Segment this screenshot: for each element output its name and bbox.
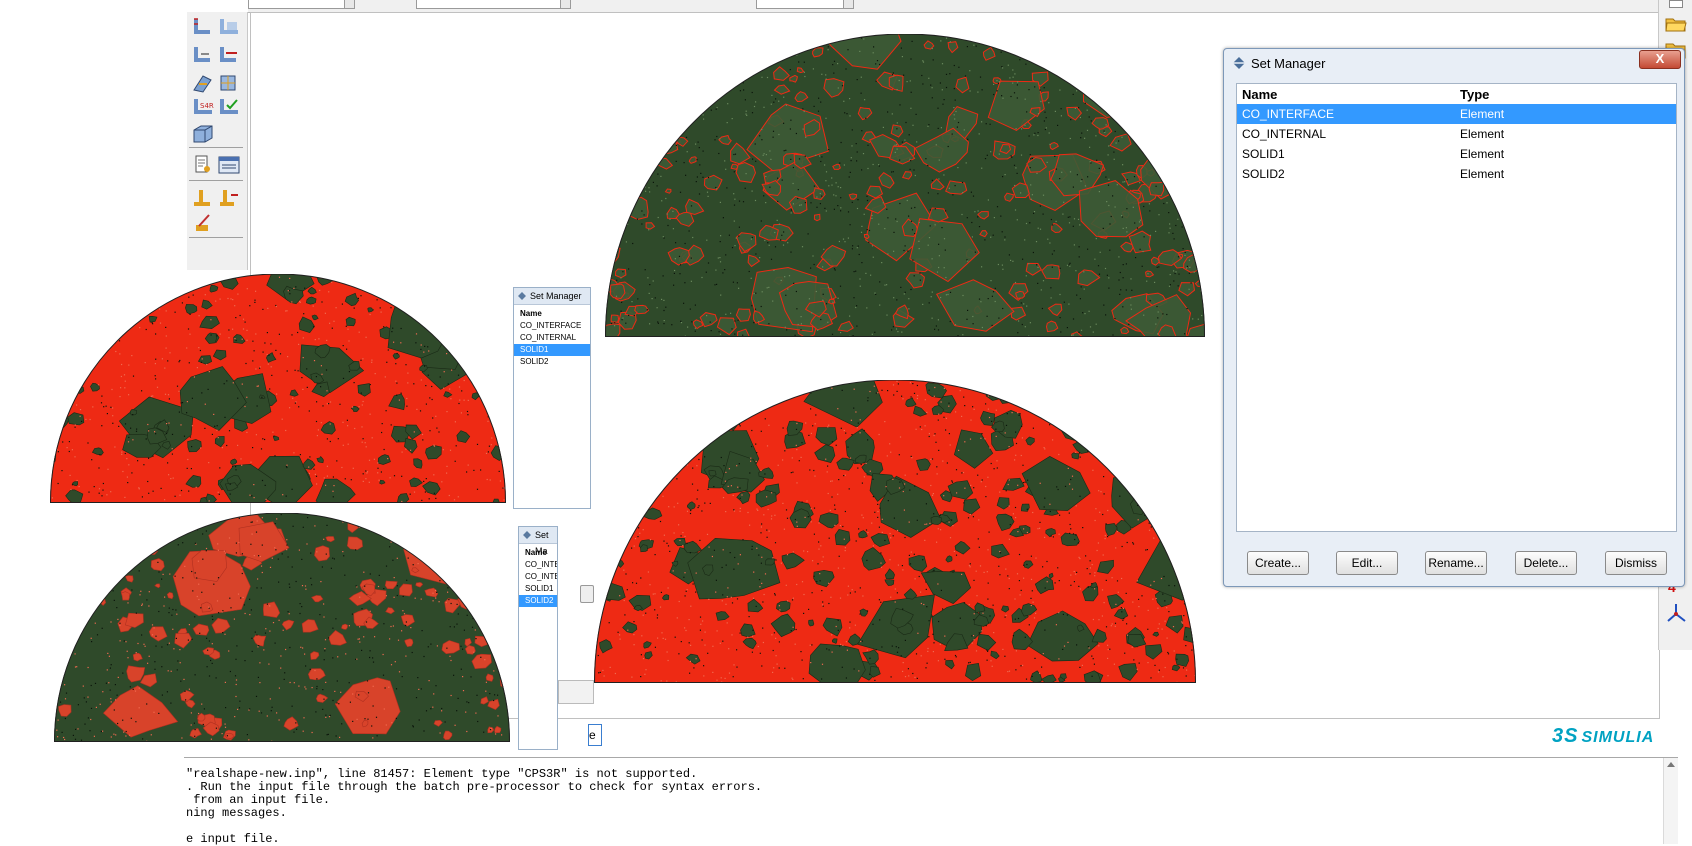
bias-seed-icon[interactable] [217, 44, 241, 66]
toolbox: S4R [187, 12, 248, 270]
toolbox-divider [189, 147, 243, 148]
fragment-title-text: Set Manager [530, 291, 582, 301]
axis-triad-icon [1665, 602, 1687, 624]
query-icon[interactable] [191, 154, 215, 176]
list-item[interactable]: SOLID2 [514, 356, 590, 368]
window-icon[interactable] [1669, 0, 1683, 8]
close-button[interactable]: X [1639, 50, 1681, 69]
list-item[interactable]: SOLID2 [519, 595, 557, 607]
set-manager-icon [518, 292, 526, 300]
set-type: Element [1460, 144, 1504, 164]
set-type: Element [1460, 164, 1504, 184]
set-manager-icon [523, 531, 531, 539]
logo-text: SIMULIA [1581, 729, 1654, 746]
set-name: SOLID2 [1242, 164, 1285, 184]
offset-mesh-icon[interactable] [217, 187, 241, 209]
seed-part-icon[interactable] [217, 16, 241, 38]
fragment-title: Set Ma [519, 527, 557, 544]
rename-button[interactable]: Rename... [1425, 551, 1487, 575]
message-area[interactable]: "realshape-new.inp", line 81457: Element… [184, 757, 1678, 844]
set-manager-fragment: Set Manager Name CO_INTERFACE CO_INTERNA… [513, 287, 591, 509]
message-line: ning messages. [186, 806, 287, 820]
table-row[interactable]: CO_INTERFACE Element [1237, 104, 1676, 124]
toolbox-divider [189, 237, 243, 238]
dismiss-button[interactable]: Dismiss [1605, 551, 1667, 575]
column-header-name[interactable]: Name [1242, 84, 1277, 106]
list-item[interactable]: CO_INTE [519, 559, 557, 571]
set-name: CO_INTERNAL [1242, 124, 1326, 144]
chevron-down-icon[interactable] [560, 0, 570, 8]
set-type: Element [1460, 124, 1504, 144]
simulia-logo: 3SSIMULIA [1552, 725, 1654, 748]
combo-box[interactable] [248, 0, 355, 9]
mesh-plot-solid1[interactable] [50, 274, 506, 503]
set-type: Element [1460, 104, 1504, 124]
command-input[interactable]: e [588, 724, 602, 746]
svg-text:S4R: S4R [200, 102, 214, 110]
fragment-column-header: Name [514, 305, 590, 320]
set-manager-icon [1233, 57, 1245, 69]
message-line: "realshape-new.inp", line 81457: Element… [186, 767, 697, 781]
table-row[interactable]: SOLID1 Element [1237, 144, 1676, 164]
logo-mark: 3S [1552, 725, 1578, 747]
set-name: CO_INTERFACE [1242, 104, 1334, 124]
toolbox-divider [189, 180, 243, 181]
fragment-title: Set Manager [514, 288, 590, 305]
list-item[interactable]: SOLID1 [519, 583, 557, 595]
dialog-title: Set Manager [1251, 56, 1325, 71]
list-item[interactable]: CO_INTERFACE [514, 320, 590, 332]
mesh-region-icon[interactable] [191, 212, 215, 234]
edit-mesh-icon[interactable] [191, 187, 215, 209]
list-item[interactable]: CO_INTE [519, 571, 557, 583]
combo-box[interactable] [756, 0, 854, 9]
chevron-down-icon[interactable] [843, 0, 853, 8]
set-manager-dialog: Set Manager X Name Type CO_INTERFACE Ele… [1223, 48, 1685, 587]
verify-mesh-icon[interactable] [217, 96, 241, 118]
mesh-plot-solid2[interactable] [54, 513, 510, 742]
table-row[interactable]: SOLID2 Element [1237, 164, 1676, 184]
mesh-plot-interface[interactable] [605, 34, 1205, 337]
column-header-type[interactable]: Type [1460, 84, 1489, 106]
assign-element-icon[interactable]: S4R [191, 96, 215, 118]
delete-button[interactable]: Delete... [1515, 551, 1577, 575]
create-button[interactable]: Create... [1247, 551, 1309, 575]
list-header: Name Type [1237, 84, 1676, 104]
message-line: from an input file. [186, 793, 330, 807]
combo-box[interactable] [416, 0, 571, 9]
dialog-titlebar[interactable]: Set Manager [1224, 49, 1684, 77]
set-manager-fragment: Set Ma Name CO_INTE CO_INTE SOLID1 SOLID… [518, 526, 558, 750]
mesh-plot-internal[interactable] [594, 380, 1196, 683]
open-folder-icon[interactable] [1665, 16, 1687, 32]
set-name: SOLID1 [1242, 144, 1285, 164]
mesh-part-icon[interactable] [191, 16, 215, 38]
set-list[interactable]: Name Type CO_INTERFACE Element CO_INTERN… [1236, 83, 1677, 532]
scrollbar[interactable] [1663, 758, 1678, 844]
scroll-up-icon[interactable] [1667, 762, 1675, 767]
element-type-icon[interactable] [217, 72, 241, 94]
message-line: . Run the input file through the batch p… [186, 780, 762, 794]
table-row[interactable]: CO_INTERNAL Element [1237, 124, 1676, 144]
partition-cell-icon[interactable] [191, 122, 215, 144]
edit-button[interactable]: Edit... [1336, 551, 1398, 575]
list-item[interactable]: SOLID1 [514, 344, 590, 356]
button-fragment[interactable] [558, 680, 594, 704]
fragment-title-text: Set Ma [535, 530, 549, 556]
seed-edges-icon[interactable] [191, 44, 215, 66]
mesh-controls-icon[interactable] [191, 72, 215, 94]
list-item[interactable]: CO_INTERNAL [514, 332, 590, 344]
mesh-stats-icon[interactable] [217, 154, 241, 176]
chevron-down-icon[interactable] [344, 0, 354, 8]
message-line: e input file. [186, 832, 280, 846]
button-fragment[interactable] [580, 585, 594, 603]
